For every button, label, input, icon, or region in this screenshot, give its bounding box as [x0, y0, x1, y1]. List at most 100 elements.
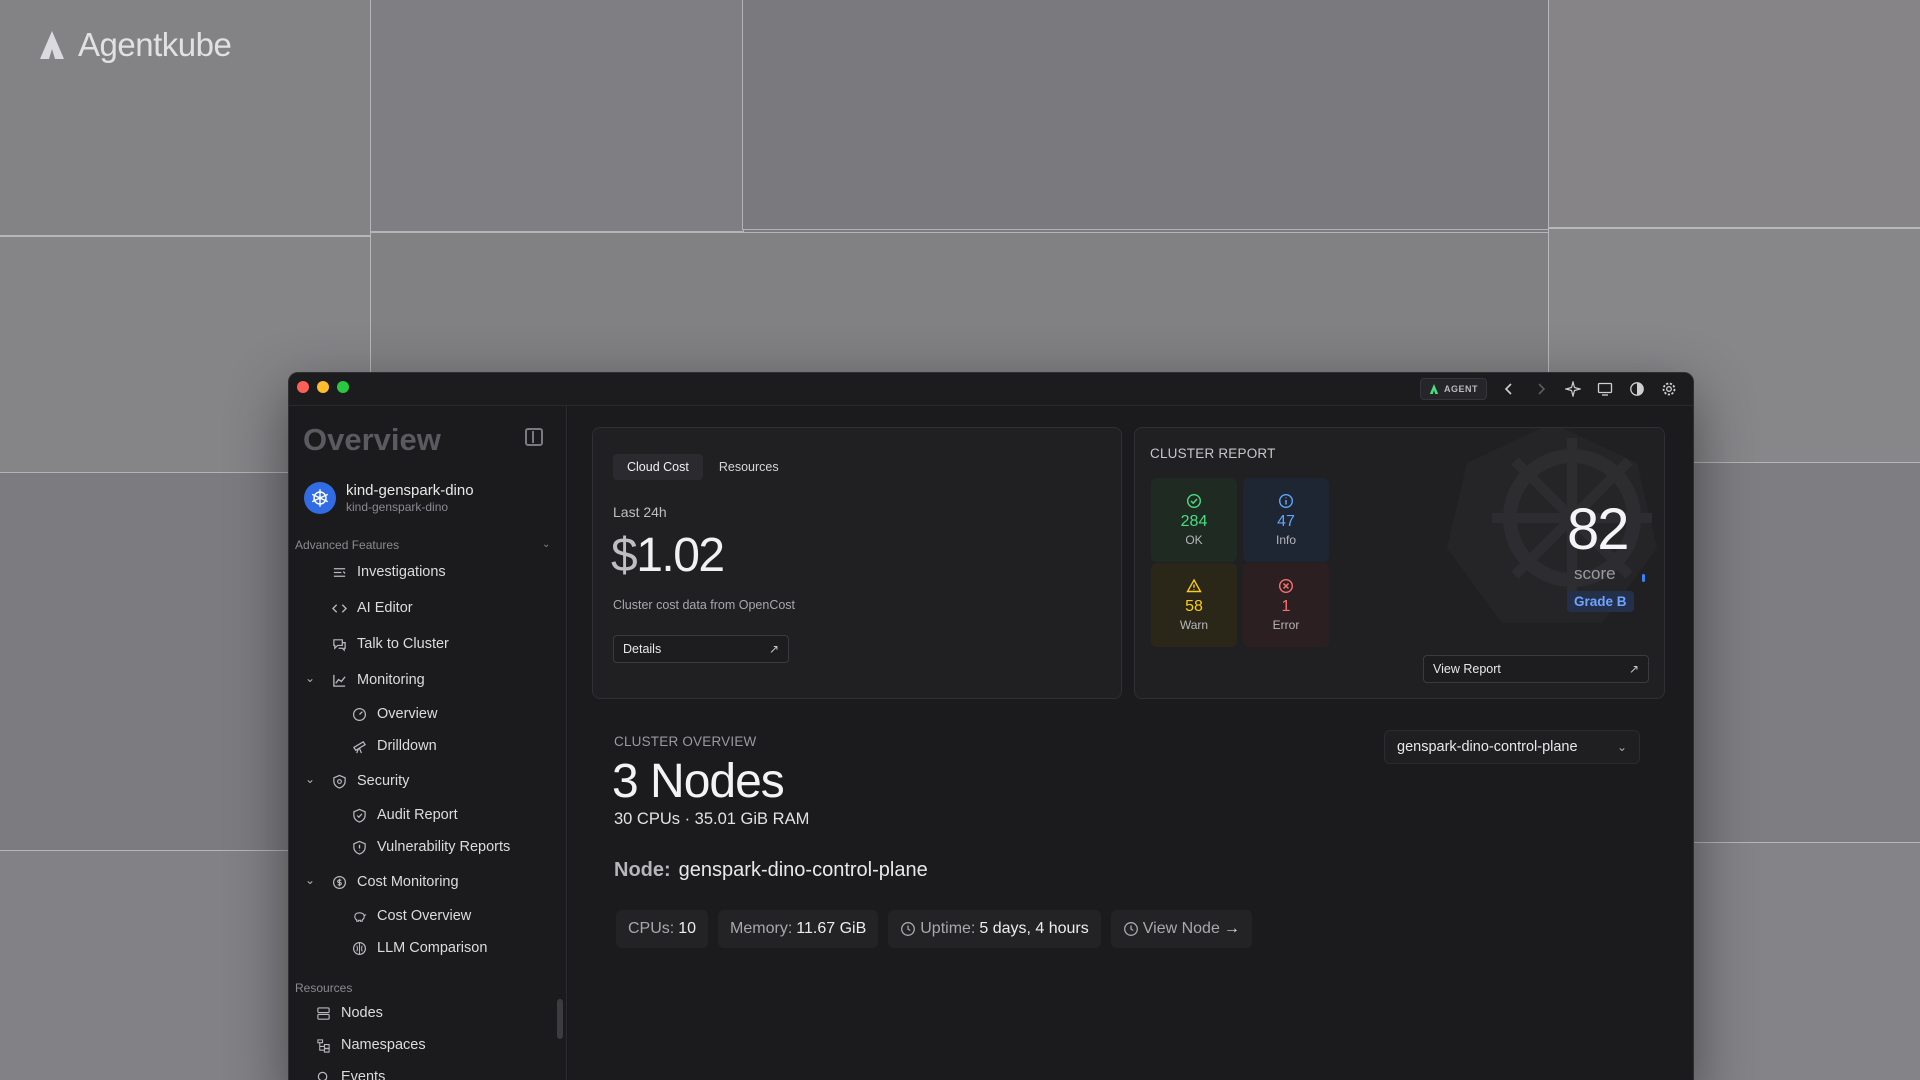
cluster-report-card: CLUSTER REPORT 284 OK 47 Info 58 Warn 1 … [1134, 427, 1665, 699]
agentkube-logo-icon [40, 31, 64, 59]
sidebar-item-audit-report[interactable]: Audit Report [351, 803, 458, 827]
arrow-up-right-icon: ↗ [1628, 662, 1639, 676]
cluster-context: kind-genspark-dino [346, 500, 449, 514]
sidebar-item-cost-overview[interactable]: Cost Overview [351, 904, 471, 928]
chevron-down-icon[interactable]: ⌄ [542, 539, 550, 550]
cost-period: Last 24h [613, 504, 667, 520]
sidebar-title: Overview [303, 422, 441, 457]
stat-ok-value: 284 [1180, 513, 1208, 530]
settings-gear-icon[interactable] [1659, 379, 1679, 399]
sidebar-item-namespaces[interactable]: Namespaces [315, 1033, 426, 1057]
sidebar-item-monitoring-overview[interactable]: Overview [351, 702, 437, 726]
info-circle-icon [1278, 493, 1294, 509]
arrow-up-right-icon: ↗ [768, 642, 779, 656]
node-stats: CPUs: 10 Memory: 11.67 GiB Uptime: 5 day… [616, 910, 1252, 948]
sidebar-item-talk-to-cluster[interactable]: Talk to Cluster [331, 632, 449, 656]
agent-logo-icon [1429, 384, 1439, 394]
monitor-icon[interactable] [1595, 379, 1615, 399]
list-icon [331, 564, 347, 580]
sidebar-item-cost-monitoring[interactable]: Cost Monitoring [331, 870, 459, 894]
stat-error: 1 Error [1243, 563, 1329, 647]
brain-icon [351, 940, 367, 956]
close-window-button[interactable] [297, 381, 309, 393]
sparkles-icon[interactable] [1563, 379, 1583, 399]
kubernetes-icon [304, 482, 336, 514]
cluster-overview-label: CLUSTER OVERVIEW [614, 734, 757, 749]
collapse-sidebar-icon[interactable] [525, 428, 543, 446]
sidebar-item-security[interactable]: Security [331, 769, 409, 793]
cloud-cost-card: Cloud Cost Resources Last 24h $1.02 Clus… [592, 427, 1122, 699]
cost-value: 1.02 [636, 529, 725, 582]
back-arrow-icon[interactable] [1499, 379, 1519, 399]
sidebar-item-drilldown[interactable]: Drilldown [351, 734, 437, 758]
shield-icon [331, 773, 347, 789]
sidebar-item-ai-editor[interactable]: AI Editor [331, 596, 413, 620]
stat-warn-label: Warn [1179, 618, 1209, 632]
stat-warn-value: 58 [1185, 598, 1203, 615]
forward-arrow-icon[interactable] [1531, 379, 1551, 399]
sidebar-item-llm-comparison[interactable]: LLM Comparison [351, 936, 487, 960]
cluster-name: kind-genspark-dino [346, 482, 474, 499]
cpus-value: 10 [678, 920, 697, 937]
sidebar-item-events[interactable]: Events [315, 1065, 385, 1080]
view-node-button[interactable]: View Node → [1110, 910, 1252, 948]
memory-value: 11.67 GiB [796, 920, 867, 937]
details-button[interactable]: Details ↗ [613, 635, 789, 663]
chevron-down-icon[interactable]: ⌄ [305, 873, 315, 887]
contrast-icon[interactable] [1627, 379, 1647, 399]
dollar-icon [331, 874, 347, 890]
shield-check-icon [351, 807, 367, 823]
stat-ok-label: OK [1185, 533, 1203, 547]
code-icon [331, 600, 347, 616]
node-count: 3 Nodes [612, 755, 785, 808]
sidebar: Overview kind-genspark-dino kind-genspar… [289, 406, 567, 1080]
sidebar-item-vulnerability-reports[interactable]: Vulnerability Reports [351, 835, 510, 859]
health-score: 82 [1567, 497, 1629, 562]
cluster-switcher[interactable]: kind-genspark-dino kind-genspark-dino [304, 482, 474, 514]
arrow-right-icon: → [1223, 920, 1240, 937]
cluster-resources-summary: 30 CPUs · 35.01 GiB RAM [614, 810, 810, 828]
agent-button[interactable]: AGENT [1420, 378, 1487, 400]
view-report-button[interactable]: View Report ↗ [1423, 655, 1649, 683]
stat-warn: 58 Warn [1151, 563, 1237, 647]
stat-info-value: 47 [1277, 513, 1295, 530]
advanced-features-section: Advanced Features [295, 538, 400, 552]
cost-source: Cluster cost data from OpenCost [613, 598, 796, 612]
stat-info-label: Info [1275, 533, 1296, 547]
stat-ok: 284 OK [1151, 478, 1237, 562]
brand-name: Agentkube [78, 26, 232, 63]
node-heading-label: Node: [614, 859, 671, 881]
clock-icon [901, 922, 916, 936]
gauge-icon [351, 706, 367, 722]
stat-info: 47 Info [1243, 478, 1329, 562]
node-heading: Node: genspark-dino-control-plane [614, 859, 928, 882]
sidebar-item-investigations[interactable]: Investigations [331, 560, 446, 584]
tab-cloud-cost[interactable]: Cloud Cost [613, 454, 703, 480]
server-icon [315, 1005, 331, 1021]
telescope-icon [351, 738, 367, 754]
grade-badge: Grade B [1567, 591, 1634, 612]
zoom-window-button[interactable] [337, 381, 349, 393]
sidebar-scrollbar[interactable] [557, 999, 563, 1039]
resources-section: Resources [295, 981, 353, 995]
sidebar-item-nodes[interactable]: Nodes [315, 1001, 383, 1025]
title-bar: AGENT [289, 373, 1693, 406]
stat-error-value: 1 [1281, 598, 1291, 615]
chart-icon [331, 672, 347, 688]
node-heading-name: genspark-dino-control-plane [678, 859, 928, 881]
node-selector[interactable]: genspark-dino-control-plane ⌄ [1384, 730, 1640, 764]
chevron-down-icon[interactable]: ⌄ [305, 772, 315, 786]
cluster-report-title: CLUSTER REPORT [1150, 446, 1276, 461]
node-selector-value: genspark-dino-control-plane [1397, 739, 1578, 755]
tab-resources[interactable]: Resources [705, 454, 793, 480]
search-icon [315, 1069, 331, 1080]
tree-icon [315, 1037, 331, 1053]
score-label: score [1574, 564, 1616, 583]
chevron-down-icon[interactable]: ⌄ [305, 671, 315, 685]
chat-icon [331, 636, 347, 652]
minimize-window-button[interactable] [317, 381, 329, 393]
shield-alert-icon [351, 839, 367, 855]
uptime-chip: Uptime: 5 days, 4 hours [888, 910, 1101, 948]
cpus-chip: CPUs: 10 [616, 910, 709, 948]
sidebar-item-monitoring[interactable]: Monitoring [331, 668, 425, 692]
